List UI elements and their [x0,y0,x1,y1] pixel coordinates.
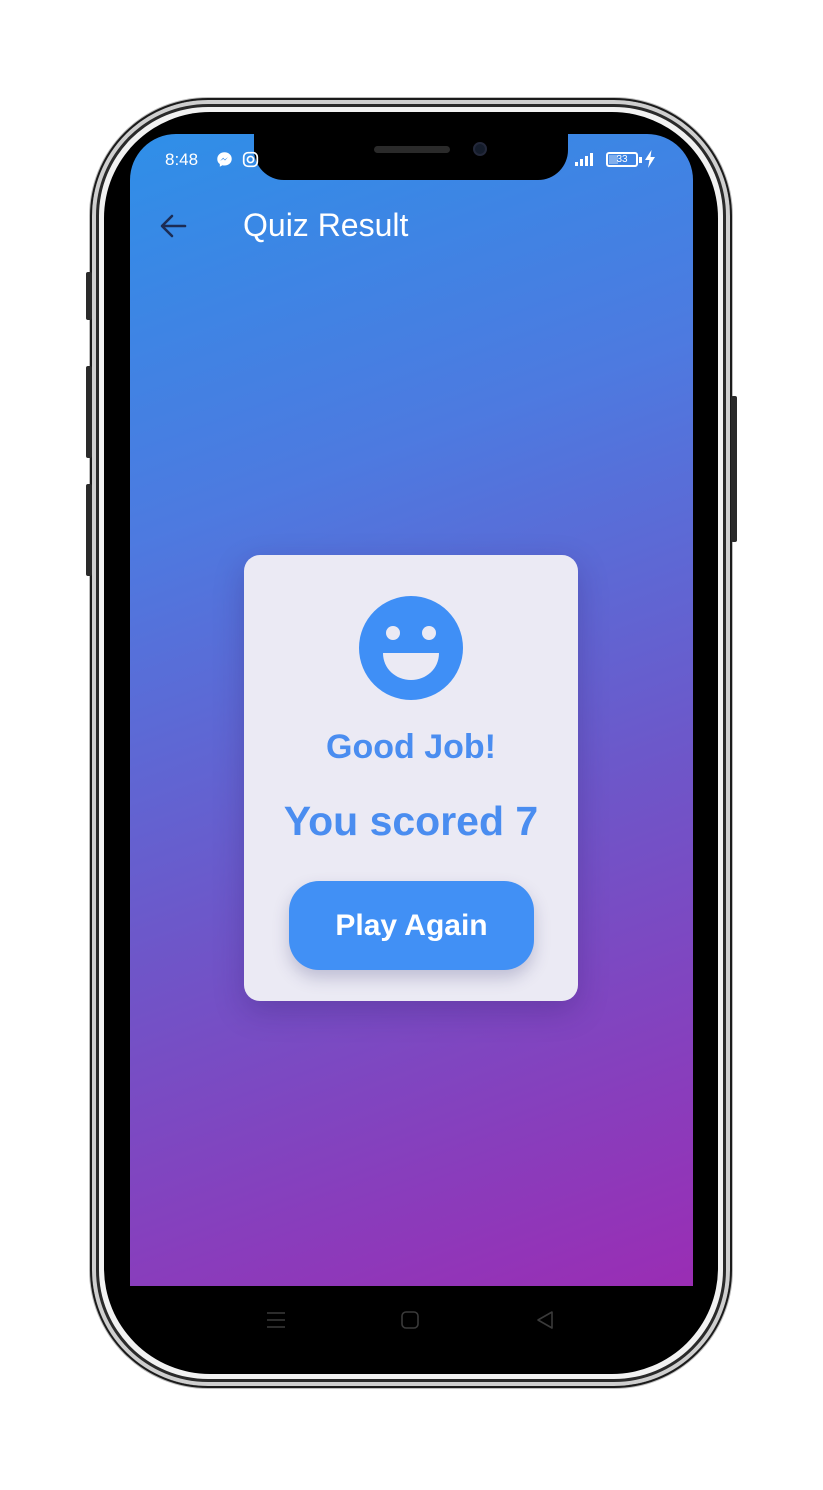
signal-strength-icon [575,152,593,166]
battery-tip [639,157,642,163]
instagram-icon [242,151,259,168]
arrow-left-icon[interactable] [158,211,188,241]
smiley-face-icon [359,596,463,700]
battery-icon: 33 [606,152,638,167]
mute-switch [86,272,92,320]
volume-up-button [86,366,92,458]
messenger-icon [217,152,232,167]
power-button [731,396,737,542]
menu-icon[interactable] [264,1308,288,1332]
page-title: Quiz Result [243,207,409,243]
battery-percentage: 33 [616,153,628,165]
score-text: You scored 7 [283,798,539,844]
result-message: Good Job! [326,728,496,766]
notch [254,134,568,180]
earpiece-speaker [374,146,450,153]
front-camera [473,142,487,156]
home-icon[interactable] [398,1308,422,1332]
play-again-button[interactable]: Play Again [289,881,534,970]
status-time: 8:48 [165,150,199,169]
charging-bolt-icon [645,150,655,168]
back-triangle-icon[interactable] [533,1308,557,1332]
volume-down-button [86,484,92,576]
